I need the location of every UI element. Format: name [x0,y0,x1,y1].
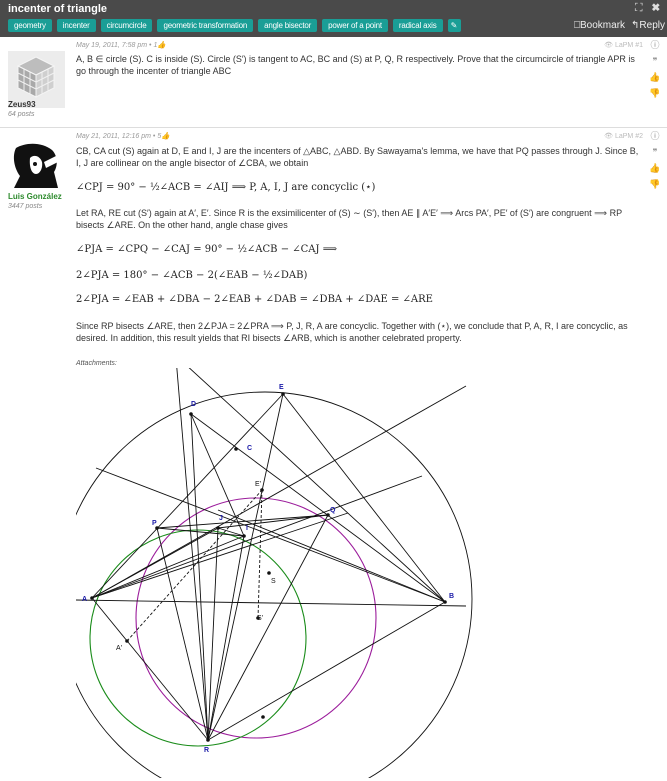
eye-icon[interactable]: 👁 [604,133,613,140]
topic-header: incenter of triangle ⛶ ✖ geometry incent… [0,0,667,37]
tag-angle-bisector[interactable]: angle bisector [258,19,318,32]
dislike-icon[interactable]: 👎 [649,179,660,189]
post-actions: ⓘ ❞ 👍 👎 [648,131,662,189]
label-R: R [204,747,209,754]
like-icon: 👍 [157,42,167,49]
label-C: C [247,445,252,452]
post-actions: ⓘ ❞ 👍 👎 [648,40,662,98]
label-D: D [191,401,196,408]
window-controls[interactable]: ⛶ ✖ [635,2,663,15]
topic-title: incenter of triangle [8,3,108,15]
eye-icon[interactable]: 👁 [604,42,613,49]
avatar[interactable] [8,140,65,197]
post-body: A, B ∈ circle (S). C is inside (S). Circ… [76,54,635,76]
label-E-prime: E' [255,481,261,488]
equation-4: 2∠PJA = ∠EAB + ∠DBA − 2∠EAB + ∠DAB = ∠DB… [76,294,433,305]
label-S-prime: S' [257,615,263,622]
reply-button[interactable]: ↰Reply [631,20,665,31]
post-count: 3447 posts [8,203,43,210]
post-1: Zeus93 64 posts May 19, 2011, 7:58 pm • … [0,37,667,128]
label-A: A [82,596,87,603]
edit-icon[interactable]: ✎ [447,19,461,32]
label-B: B [449,593,454,600]
circle-S-prime [135,497,377,739]
attachments-label: Attachments: [76,360,117,367]
like-icon[interactable]: 👍 [649,163,660,173]
geometry-figure[interactable]: A B D E C E' P Q J I S S' A' R [76,368,476,778]
post-meta-right: 👁 LaPM #2 [604,133,643,140]
info-icon[interactable]: ⓘ [650,131,659,141]
tag-radical-axis[interactable]: radical axis [392,19,443,32]
like-icon[interactable]: 👍 [649,72,660,82]
info-icon[interactable]: ⓘ [650,40,659,50]
tag-list: geometry incenter circumcircle geometric… [8,19,461,32]
label-P: P [152,520,157,527]
paragraph-3: Since RP bisects ∠ARE, then 2∠PJA = 2∠PR… [76,321,628,343]
figure-lines [76,368,473,778]
equation-1: ∠CPJ = 90° − ½∠ACB = ∠AIJ ⟹ P, A, I, J a… [76,182,376,193]
quote-icon[interactable]: ❞ [653,147,658,157]
tag-geometric-transformation[interactable]: geometric transformation [157,19,254,32]
dislike-icon[interactable]: 👎 [649,88,660,98]
label-E: E [279,384,284,391]
tag-geometry[interactable]: geometry [8,19,52,32]
header-actions: ⎕Bookmark ↰Reply [574,20,665,31]
paragraph-1: CB, CA cut (S) again at D, E and I, J ar… [76,146,639,168]
post-meta-right: 👁 LaPM #1 [604,42,643,49]
label-A-prime: A' [116,645,122,652]
paragraph-2: Let RA, RE cut (S′) again at A′, E′. Sin… [76,208,622,230]
equation-3: 2∠PJA = 180° − ∠ACB − 2(∠EAB − ½∠DAB) [76,270,308,281]
post-date: May 19, 2011, 7:58 pm • 1👍 [76,42,167,49]
quote-icon[interactable]: ❞ [653,56,658,66]
figure-points [90,392,447,742]
bookmark-button[interactable]: ⎕Bookmark [574,20,625,31]
username[interactable]: Luis González [8,192,62,201]
equation-2: ∠PJA = ∠CPQ − ∠CAJ = 90° − ½∠ACB − ∠CAJ … [76,244,338,255]
portrait-avatar-icon [8,140,65,190]
username[interactable]: Zeus93 [8,100,36,109]
label-Q: Q [330,507,336,514]
label-J: J [219,515,223,522]
post-count: 64 posts [8,111,35,118]
post-date: May 21, 2011, 12:16 pm • 5👍 [76,133,170,140]
tag-incenter[interactable]: incenter [56,19,96,32]
label-I: I [246,525,248,532]
tag-circumcircle[interactable]: circumcircle [100,19,153,32]
label-S: S [271,578,276,585]
tag-power-of-a-point[interactable]: power of a point [322,19,388,32]
circle-S [76,391,473,778]
like-icon: 👍 [161,133,170,140]
